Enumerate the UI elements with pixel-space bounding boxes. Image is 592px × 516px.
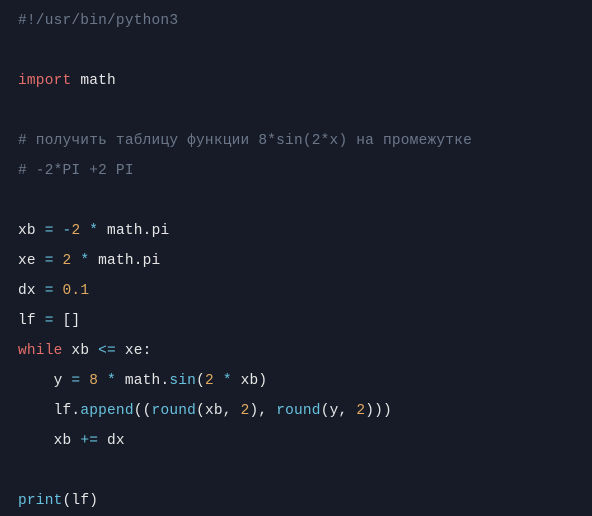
code-token: 2 [71, 223, 80, 239]
code-token: print [18, 493, 63, 509]
code-token: [] [54, 313, 81, 329]
code-token [54, 223, 63, 239]
code-line: # получить таблицу функции 8*sin(2*x) на… [18, 133, 472, 149]
code-line: print(lf) [18, 493, 98, 509]
code-token: (xb, [196, 403, 241, 419]
code-block: #!/usr/bin/python3 import math # получит… [18, 6, 574, 516]
code-token: ( [196, 373, 205, 389]
code-line: while xb <= xe: [18, 343, 152, 359]
code-token: <= [98, 343, 116, 359]
code-token: math [71, 73, 116, 89]
code-line: lf.append((round(xb, 2), round(y, 2))) [18, 403, 392, 419]
code-token [54, 253, 63, 269]
code-token: while [18, 343, 63, 359]
code-token: # -2*PI +2 PI [18, 163, 134, 179]
code-token: import [18, 73, 71, 89]
code-token [214, 373, 223, 389]
code-token: xe [18, 253, 45, 269]
code-token: = [45, 313, 54, 329]
code-token: * [107, 373, 116, 389]
code-line: import math [18, 73, 116, 89]
code-line: xb += dx [18, 433, 125, 449]
code-token: (( [134, 403, 152, 419]
code-token: y [18, 373, 71, 389]
code-token [98, 373, 107, 389]
code-line: xe = 2 * math.pi [18, 253, 160, 269]
code-token: 0.1 [63, 283, 90, 299]
code-token: * [89, 223, 98, 239]
code-token: = [71, 373, 80, 389]
code-token: (lf) [63, 493, 99, 509]
code-token: xb [18, 433, 80, 449]
code-line: xb = -2 * math.pi [18, 223, 169, 239]
code-token: dx [98, 433, 125, 449]
code-line: #!/usr/bin/python3 [18, 13, 178, 29]
code-token: xb [18, 223, 45, 239]
code-token [80, 223, 89, 239]
code-token: # получить таблицу функции 8*sin(2*x) на… [18, 133, 472, 149]
code-token: * [223, 373, 232, 389]
code-line: y = 8 * math.sin(2 * xb) [18, 373, 267, 389]
code-token: round [152, 403, 197, 419]
code-token: 2 [205, 373, 214, 389]
code-token: append [80, 403, 133, 419]
code-token: xe: [116, 343, 152, 359]
code-token: = [45, 223, 54, 239]
code-token: = [45, 283, 54, 299]
code-token: #!/usr/bin/python3 [18, 13, 178, 29]
code-token: += [80, 433, 98, 449]
code-line: dx = 0.1 [18, 283, 89, 299]
code-token: ), [249, 403, 276, 419]
code-token: 2 [356, 403, 365, 419]
code-token: math. [116, 373, 169, 389]
code-line: # -2*PI +2 PI [18, 163, 134, 179]
code-token [71, 253, 80, 269]
code-token [80, 373, 89, 389]
code-token: sin [169, 373, 196, 389]
code-token: lf [18, 313, 45, 329]
code-token: = [45, 253, 54, 269]
code-token: round [276, 403, 321, 419]
code-token: lf. [18, 403, 80, 419]
code-token: dx [18, 283, 45, 299]
code-token: * [80, 253, 89, 269]
code-token [54, 283, 63, 299]
code-token: math.pi [89, 253, 160, 269]
code-token: xb [63, 343, 99, 359]
code-token: 8 [89, 373, 98, 389]
code-token: math.pi [98, 223, 169, 239]
code-token: ))) [365, 403, 392, 419]
code-token: xb) [232, 373, 268, 389]
code-token: (y, [321, 403, 357, 419]
code-line: lf = [] [18, 313, 80, 329]
